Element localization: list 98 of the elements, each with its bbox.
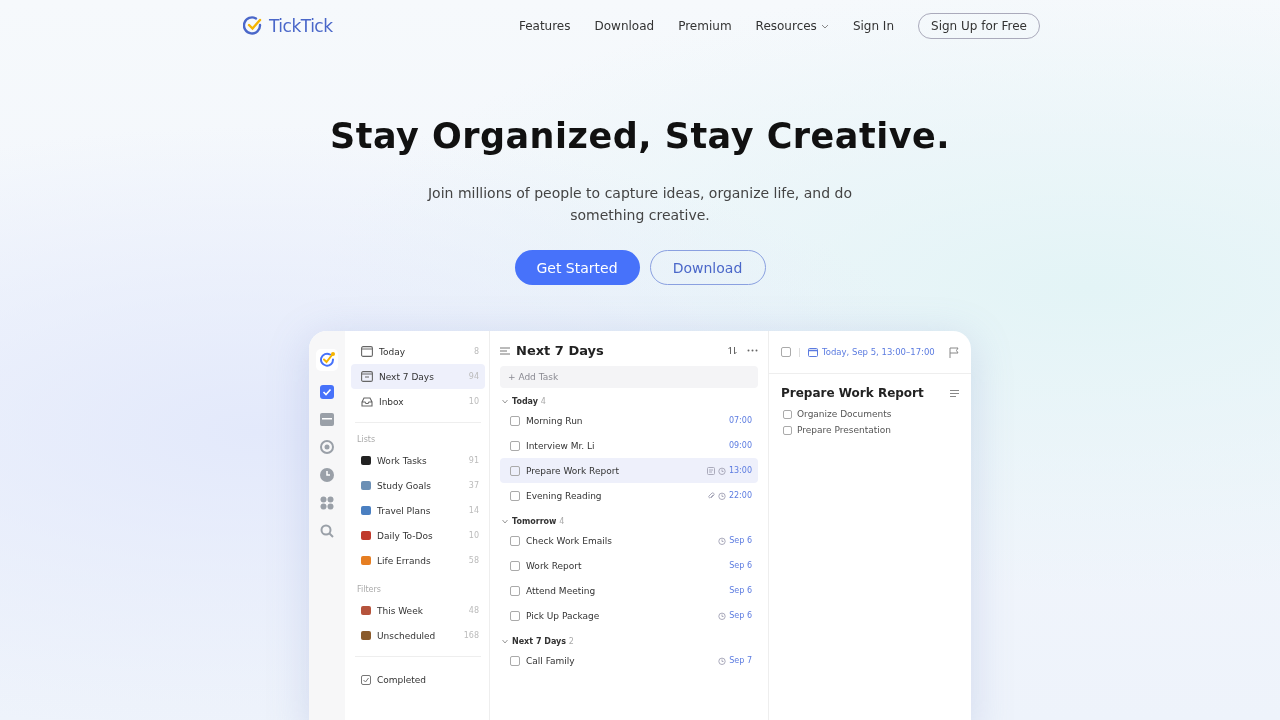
checkbox-icon — [361, 674, 371, 685]
chevron-icon — [502, 519, 508, 524]
task-name: Interview Mr. Li — [526, 440, 595, 451]
due-date[interactable]: Today, Sep 5, 13:00–17:00 — [808, 347, 935, 357]
sidebar-item[interactable]: Life Errands 58 — [351, 548, 485, 573]
sidebar-item[interactable]: Inbox 10 — [351, 389, 485, 414]
search-icon[interactable] — [320, 524, 334, 538]
get-started-button[interactable]: Get Started — [514, 250, 640, 285]
checkbox[interactable] — [783, 409, 792, 419]
sidebar-item[interactable]: Travel Plans 14 — [351, 498, 485, 523]
checkbox[interactable] — [783, 425, 792, 435]
sidebar-item[interactable]: Daily To-Dos 10 — [351, 523, 485, 548]
task-row[interactable]: Prepare Work Report 13:00 — [500, 458, 758, 483]
section-heading: Lists — [356, 434, 377, 446]
logo-icon[interactable] — [243, 16, 263, 36]
checkbox[interactable] — [510, 535, 520, 546]
group-header[interactable]: Next 7 Days 2 — [500, 628, 758, 648]
app-logo-icon[interactable] — [316, 349, 338, 371]
sort-icon[interactable] — [728, 346, 737, 355]
menu-icon[interactable] — [500, 346, 510, 355]
chevron-icon — [502, 639, 508, 644]
subtask-label: Prepare Presentation — [797, 425, 891, 435]
inbox-icon — [361, 396, 373, 407]
task-row[interactable]: Check Work Emails Sep 6 — [500, 528, 758, 553]
task-name: Evening Reading — [526, 490, 602, 501]
task-row[interactable]: Evening Reading 22:00 — [500, 483, 758, 508]
nav-link[interactable]: Sign In — [852, 19, 894, 33]
checkbox[interactable] — [510, 655, 520, 666]
task-row[interactable]: Work Report Sep 6 — [500, 553, 758, 578]
nav-link[interactable]: Download — [594, 19, 655, 33]
hero-title: Stay Organized, Stay Creative. — [329, 116, 951, 156]
due-time: Sep 7 — [729, 656, 752, 665]
task-row[interactable]: Attend Meeting Sep 6 — [500, 578, 758, 603]
more-icon[interactable] — [747, 349, 758, 352]
flag-icon[interactable] — [949, 346, 959, 358]
paperclip-icon — [706, 491, 715, 500]
group-header[interactable]: Today 4 — [500, 388, 758, 408]
alarm-icon — [718, 656, 727, 665]
nav-link[interactable]: Resources — [755, 19, 829, 33]
sidebar-item[interactable]: Unscheduled 168 — [351, 623, 485, 648]
note-icon — [706, 466, 715, 475]
sidebar-item[interactable]: Next 7 Days 94 — [351, 364, 485, 389]
task-row[interactable]: Interview Mr. Li 09:00 — [500, 433, 758, 458]
list-title: Next 7 Days — [516, 343, 604, 358]
task-name: Attend Meeting — [526, 585, 596, 596]
section-heading: Filters — [356, 584, 382, 596]
clock-icon[interactable] — [320, 468, 334, 482]
alarm-icon — [717, 491, 726, 500]
target-icon[interactable] — [320, 440, 334, 454]
menu-icon[interactable] — [950, 389, 959, 397]
due-time: 07:00 — [728, 416, 752, 425]
alarm-icon — [718, 536, 727, 545]
sidebar-item[interactable]: Today 8 — [351, 339, 485, 364]
alarm-icon — [718, 611, 727, 620]
task-name: Call Family — [526, 655, 575, 666]
hero-subtitle: Join millions of people to capture ideas, organize life, and do something creative. — [426, 184, 853, 225]
checkbox[interactable] — [510, 440, 520, 451]
task-title: Prepare Work Report — [781, 386, 924, 400]
task-row[interactable]: Morning Run 07:00 — [500, 408, 758, 433]
checkbox[interactable] — [510, 610, 520, 621]
task-row[interactable]: Call Family Sep 7 — [500, 648, 758, 673]
calendar-icon — [361, 371, 373, 382]
task-name: Morning Run — [526, 415, 583, 426]
nav-link[interactable]: Features — [518, 19, 571, 33]
due-time: Sep 6 — [729, 611, 752, 620]
task-name: Work Report — [526, 560, 582, 571]
calendar-icon[interactable] — [320, 413, 334, 426]
sidebar-item[interactable]: Completed — [351, 667, 485, 692]
group-header[interactable]: Tomorrow 4 — [500, 508, 758, 528]
add-task-field[interactable]: + Add Task — [500, 366, 758, 388]
checkbox[interactable] — [510, 560, 520, 571]
checkbox[interactable] — [510, 415, 520, 426]
checkbox[interactable] — [510, 490, 520, 501]
sidebar-item[interactable]: Study Goals 37 — [351, 473, 485, 498]
task-row[interactable]: Pick Up Package Sep 6 — [500, 603, 758, 628]
subtask-label: Organize Documents — [797, 409, 892, 419]
apps-icon[interactable] — [320, 496, 334, 510]
task-name: Check Work Emails — [526, 535, 612, 546]
due-time: 09:00 — [728, 441, 752, 450]
sidebar-item[interactable]: Work Tasks 91 — [351, 448, 485, 473]
alarm-icon — [717, 466, 726, 475]
due-time: Sep 6 — [729, 561, 752, 570]
checkbox[interactable] — [781, 347, 791, 357]
chevron-icon — [502, 399, 508, 404]
calendar-icon — [808, 347, 818, 357]
calendar-icon — [361, 346, 373, 357]
checkbox[interactable] — [510, 585, 520, 596]
task-name: Pick Up Package — [526, 610, 600, 621]
sidebar-item[interactable]: This Week 48 — [351, 598, 485, 623]
due-time: 22:00 — [728, 491, 752, 500]
nav-link[interactable]: Premium — [678, 19, 732, 33]
due-time: 13:00 — [728, 466, 752, 475]
due-time: Sep 6 — [729, 536, 752, 545]
due-time: Sep 6 — [729, 586, 752, 595]
task-name: Prepare Work Report — [526, 465, 619, 476]
checkbox[interactable] — [510, 465, 520, 476]
brand-name[interactable]: TickTick — [269, 16, 333, 36]
checkbox-icon[interactable] — [320, 385, 334, 399]
